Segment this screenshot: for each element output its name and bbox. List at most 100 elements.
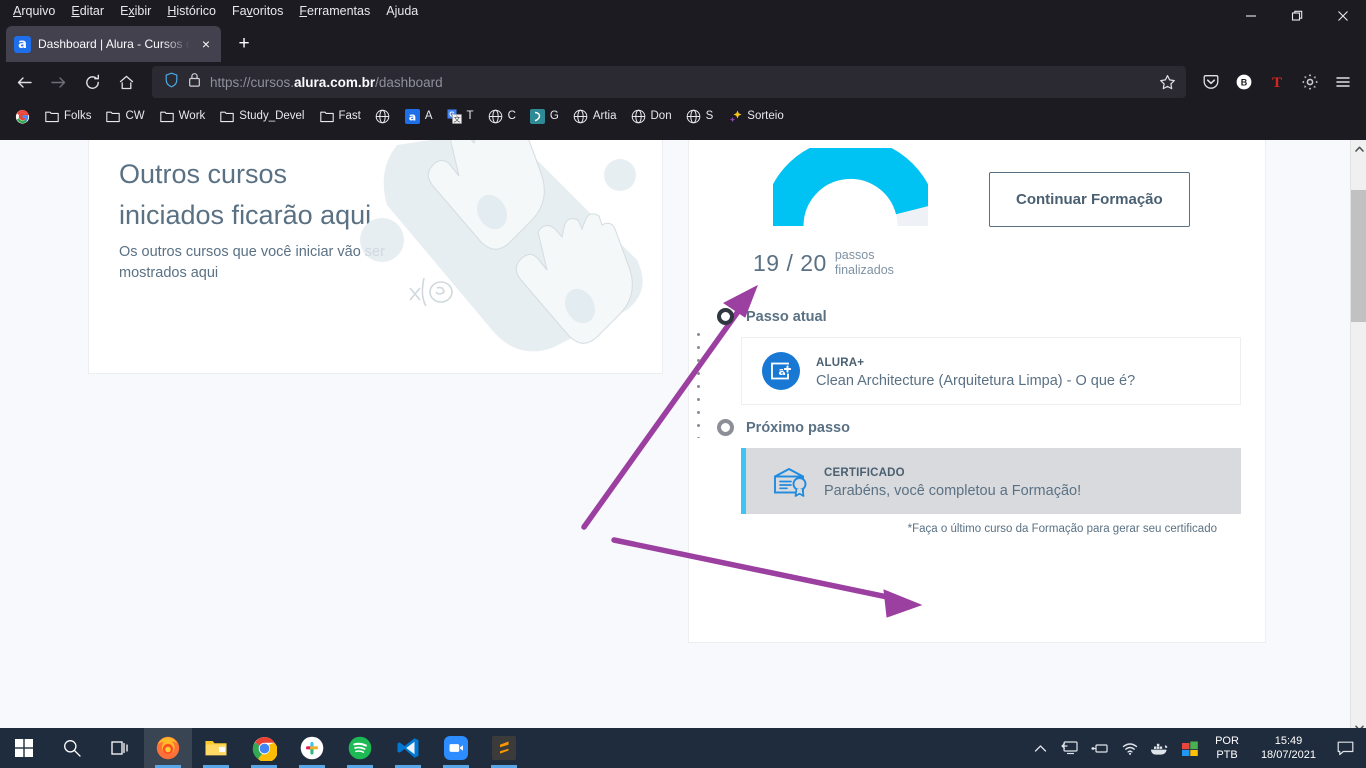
language-indicator[interactable]: POR PTB <box>1209 734 1245 762</box>
bookmark-label: Sorteio <box>747 110 784 122</box>
firefox-icon[interactable] <box>144 728 192 768</box>
docker-icon[interactable] <box>1149 741 1171 756</box>
step-description: Parabéns, você completou a Formação! <box>824 483 1082 499</box>
step-heading-next: Próximo passo <box>717 419 1241 436</box>
chevron-up-icon[interactable] <box>1029 744 1051 753</box>
bookmark-teal[interactable]: G <box>524 105 565 127</box>
menu-ajuda[interactable]: Ajuda <box>379 2 425 20</box>
folder-icon <box>319 108 335 124</box>
chrome-icon[interactable] <box>240 728 288 768</box>
menu-exibir[interactable]: Exibir <box>113 2 158 20</box>
bookmark-folks[interactable]: Folks <box>38 105 97 127</box>
menu-ferramentas[interactable]: Ferramentas <box>292 2 377 20</box>
reload-icon[interactable] <box>76 66 108 98</box>
bookmark-label: Fast <box>338 110 361 122</box>
step-card-current[interactable]: a ALURA+ Clean Architecture (Arquitetura… <box>741 337 1241 405</box>
progress-gauge-box: 19 / 20 passos finalizados <box>735 140 965 278</box>
steps-timeline: Passo atual a ALURA+ Clean Architecture … <box>689 308 1265 535</box>
progress-label: passos finalizados <box>834 248 894 277</box>
tab-close-icon[interactable]: × <box>197 35 215 53</box>
page-viewport: Outros cursos iniciados ficarão aqui Os … <box>0 140 1366 736</box>
home-icon[interactable] <box>110 66 142 98</box>
other-courses-card: Outros cursos iniciados ficarão aqui Os … <box>88 140 663 374</box>
shield-icon[interactable] <box>164 72 179 93</box>
vscode-icon[interactable] <box>384 728 432 768</box>
start-icon[interactable] <box>0 728 48 768</box>
other-courses-title: Outros cursos iniciados ficarão aqui <box>119 159 372 230</box>
bookmark-study-devel[interactable]: Study_Devel <box>213 105 310 127</box>
step-card-next[interactable]: CERTIFICADO Parabéns, você completou a F… <box>741 448 1241 514</box>
scrollbar-thumb[interactable] <box>1351 190 1366 322</box>
svg-text:B: B <box>1241 78 1248 88</box>
globe-icon <box>573 108 589 124</box>
restore-icon[interactable] <box>1274 0 1320 32</box>
google-icon <box>14 108 30 124</box>
spotify-icon[interactable] <box>336 728 384 768</box>
progress-donut <box>772 148 928 226</box>
menu-arquivo[interactable]: Arquivo <box>6 2 62 20</box>
bookmark-google[interactable] <box>8 105 36 127</box>
step-kicker: ALURA+ <box>816 357 865 369</box>
windows-update-icon[interactable] <box>1179 740 1201 757</box>
menu-historico[interactable]: Histórico <box>160 2 223 20</box>
timeline-dots <box>696 328 700 438</box>
bookmark-sorteio[interactable]: Sorteio <box>721 105 789 127</box>
continue-formation-button[interactable]: Continuar Formação <box>989 172 1190 227</box>
bookmark-don[interactable]: Don <box>625 105 678 127</box>
globe-icon <box>631 108 647 124</box>
minimize-icon[interactable] <box>1228 0 1274 32</box>
lock-icon[interactable] <box>188 72 201 93</box>
search-icon[interactable] <box>48 728 96 768</box>
usb-icon[interactable] <box>1089 741 1111 755</box>
step-card-text: ALURA+ Clean Architecture (Arquitetura L… <box>816 353 1135 389</box>
bitwarden-icon[interactable]: B <box>1229 67 1259 97</box>
close-icon[interactable] <box>1320 0 1366 32</box>
folder-icon <box>219 108 235 124</box>
bookmark-artia[interactable]: Artia <box>567 105 623 127</box>
bookmark-label: G <box>549 110 559 122</box>
notification-icon[interactable] <box>1332 741 1358 756</box>
new-tab-button[interactable]: + <box>229 29 259 59</box>
task-view-icon[interactable] <box>96 728 144 768</box>
bookmark-label: Artia <box>592 110 617 122</box>
clock[interactable]: 15:49 18/07/2021 <box>1253 734 1324 762</box>
bookmark-label: T <box>466 110 474 122</box>
slack-icon[interactable] <box>288 728 336 768</box>
remote-desktop-icon[interactable] <box>1059 740 1081 756</box>
scroll-up-icon[interactable] <box>1351 140 1366 157</box>
bookmark-cw[interactable]: CW <box>99 105 150 127</box>
bookmark-globe-2[interactable]: C <box>482 105 522 127</box>
vertical-scrollbar[interactable] <box>1350 140 1366 736</box>
bookmark-label: C <box>507 110 516 122</box>
forward-icon[interactable] <box>42 66 74 98</box>
menu-favoritos[interactable]: Favoritos <box>225 2 290 20</box>
sublime-text-icon[interactable] <box>480 728 528 768</box>
pocket-icon[interactable] <box>1196 67 1226 97</box>
address-bar[interactable]: https://cursos.alura.com.br/dashboard <box>152 66 1186 98</box>
wifi-icon[interactable] <box>1119 741 1141 756</box>
svg-text:文: 文 <box>454 114 461 123</box>
bookmark-s[interactable]: S <box>680 105 720 127</box>
step-description: Clean Architecture (Arquitetura Limpa) -… <box>816 373 1136 389</box>
zoom-icon[interactable] <box>432 728 480 768</box>
page-content: Outros cursos iniciados ficarão aqui Os … <box>0 140 1350 736</box>
file-explorer-icon[interactable] <box>192 728 240 768</box>
bookmark-globe-1[interactable] <box>369 105 397 127</box>
todoist-icon[interactable]: T <box>1262 67 1292 97</box>
folder-icon <box>44 108 60 124</box>
certificate-icon <box>770 462 808 500</box>
bookmark-star-icon[interactable] <box>1152 68 1182 96</box>
bookmarks-bar: Folks CW Work Study_Devel Fast a A G文 T <box>0 102 1366 130</box>
extensions-gear-icon[interactable] <box>1295 67 1325 97</box>
back-icon[interactable] <box>8 66 40 98</box>
bookmark-alura[interactable]: a A <box>399 105 439 127</box>
menu-icon[interactable] <box>1328 67 1358 97</box>
alura-favicon: a <box>14 35 31 53</box>
bookmark-label: CW <box>125 110 145 122</box>
browser-tab[interactable]: a Dashboard | Alura - Cursos onlin × <box>6 26 221 62</box>
bookmark-fast[interactable]: Fast <box>313 105 367 127</box>
bookmark-work[interactable]: Work <box>153 105 212 127</box>
bookmark-translate[interactable]: G文 T <box>441 105 480 127</box>
translate-icon: G文 <box>447 108 463 124</box>
menu-editar[interactable]: Editar <box>64 2 111 20</box>
